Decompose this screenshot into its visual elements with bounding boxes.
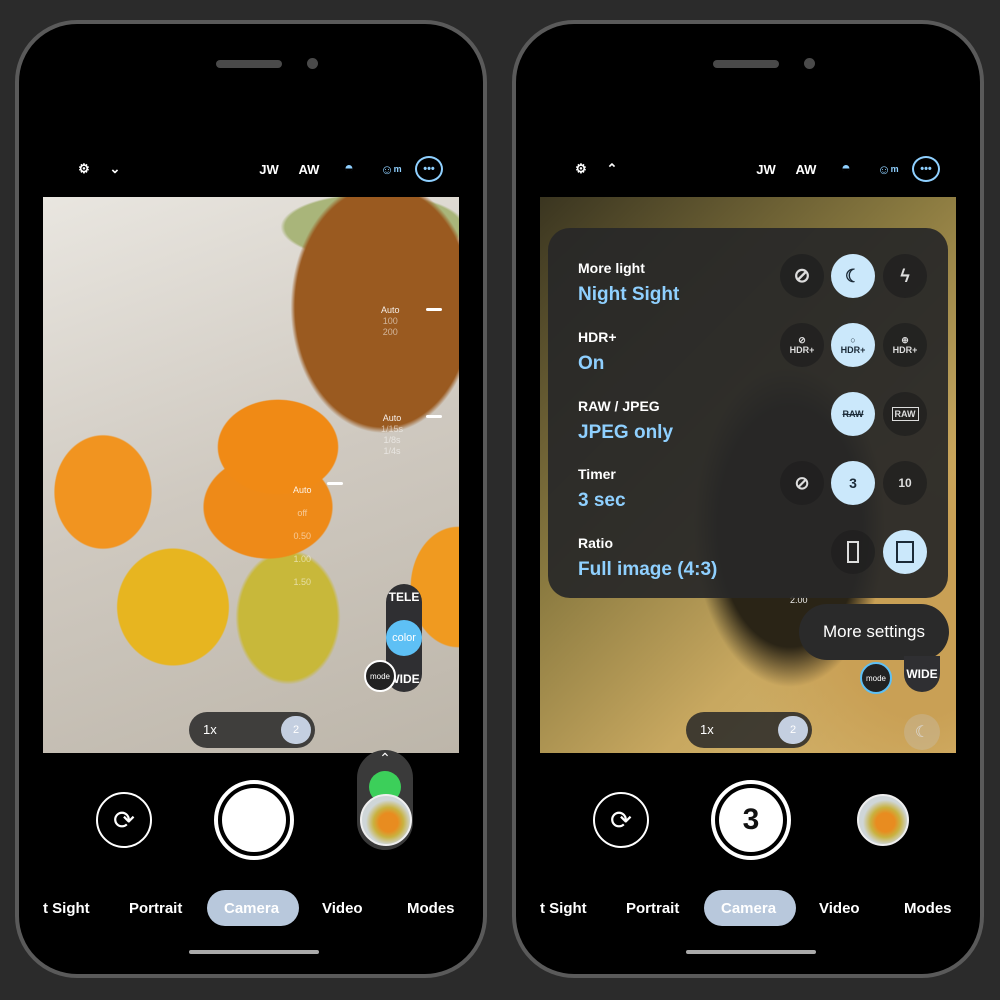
ratio-label: Ratio [578,535,613,551]
camera-settings-icon[interactable]: ⚙ [71,156,97,182]
zoom-1x[interactable]: 1x [700,722,714,737]
lens-tele[interactable]: TELE [389,590,420,604]
gallery-thumbnail[interactable] [857,794,909,846]
front-camera [307,58,318,69]
home-indicator[interactable] [189,950,319,954]
iso-scale[interactable]: Auto 100 200 [381,305,400,338]
mode-button[interactable]: mode [364,660,396,692]
hdr-on-icon[interactable]: ○ HDR+ [831,323,875,367]
speaker [713,60,779,68]
more-options-icon[interactable]: ••• [912,156,940,182]
timer-10-icon[interactable]: 10 [883,461,927,505]
flash-icon[interactable]: ϟ [883,254,927,298]
hdr-off-icon[interactable]: ⊘ HDR+ [780,323,824,367]
mode-modes[interactable]: Modes [904,900,952,917]
mode-camera[interactable]: Camera [721,900,776,917]
aw-icon[interactable]: AW [295,156,323,182]
aw-icon[interactable]: AW [792,156,820,182]
mode-night-sight[interactable]: t Sight [540,900,587,917]
more-light-label: More light [578,260,645,276]
flip-camera-button[interactable]: ⟳ [593,792,649,848]
mode-portrait[interactable]: Portrait [626,900,679,917]
phone-left: ⚙ ⌄ JW AW ◓ ☺ m ••• Auto 100 200 Auto 1/15s 1… [15,20,487,978]
portrait-mode-icon[interactable]: ☺ m [377,156,405,182]
more-settings-button[interactable]: More settings [799,604,949,660]
mode-button[interactable]: mode [860,662,892,694]
shutter-button[interactable]: 3 [711,780,791,860]
sunrise-icon[interactable]: ◓ [335,156,363,182]
zoom-control[interactable]: 1x 2 [686,712,812,748]
mode-portrait[interactable]: Portrait [129,900,182,917]
mode-video[interactable]: Video [322,900,363,917]
mode-video[interactable]: Video [819,900,860,917]
portrait-mode-icon[interactable]: ☺ m [874,156,902,182]
timer-label: Timer [578,466,616,482]
raw-jpeg-value: JPEG only [578,422,674,443]
raw-icon[interactable]: RAW [883,392,927,436]
shutter-button[interactable] [214,780,294,860]
flip-camera-button[interactable]: ⟳ [96,792,152,848]
flash-off-icon[interactable]: ⊘ [780,254,824,298]
chevron-up-icon: ⌃ [379,750,391,766]
wb-slider-handle[interactable] [327,482,343,485]
shutter-slider-handle[interactable] [426,415,442,418]
hdr-enhanced-icon[interactable]: ⊕ HDR+ [883,323,927,367]
iso-slider-handle[interactable] [426,308,442,311]
timer-3-icon[interactable]: 3 [831,461,875,505]
lens-wide[interactable]: WIDE [904,656,940,692]
zoom-2x[interactable]: 2 [281,716,311,744]
night-sight-auto-icon[interactable]: ☾ [831,254,875,298]
mode-bar: t Sight Portrait Camera Video Modes [19,900,483,924]
timer-countdown: 3 [719,788,783,852]
ratio-4-3-icon[interactable] [883,530,927,574]
mode-modes[interactable]: Modes [407,900,455,917]
hdr-value: On [578,353,605,374]
mode-bar: t Sight Portrait Camera Video Modes [516,900,980,924]
timer-off-icon[interactable]: ⊘ [780,461,824,505]
home-indicator[interactable] [686,950,816,954]
more-options-icon[interactable]: ••• [415,156,443,182]
jw-icon[interactable]: JW [752,156,780,182]
phone-right: ⚙ ⌃ JW AW ◓ ☺ m ••• 2.00 More light Night… [512,20,984,978]
zoom-1x[interactable]: 1x [203,722,217,737]
ratio-value: Full image (4:3) [578,559,718,580]
speaker [216,60,282,68]
jw-icon[interactable]: JW [255,156,283,182]
shutter-scale[interactable]: Auto 1/15s 1/8s 1/4s [381,413,403,457]
chevron-down-icon[interactable]: ⌄ [103,156,127,182]
zoom-control[interactable]: 1x 2 [189,712,315,748]
zoom-2x[interactable]: 2 [778,716,808,744]
timer-value: 3 sec [578,490,626,511]
raw-jpeg-label: RAW / JPEG [578,398,660,414]
camera-settings-icon[interactable]: ⚙ [568,156,594,182]
hdr-label: HDR+ [578,329,617,345]
front-camera [804,58,815,69]
raw-off-icon[interactable]: RAW [831,392,875,436]
more-light-value: Night Sight [578,284,680,305]
gallery-thumbnail[interactable] [360,794,412,846]
mode-night-sight[interactable]: t Sight [43,900,90,917]
night-sight-auto-off-icon[interactable]: ☾ [904,714,940,750]
ratio-16-9-icon[interactable] [831,530,875,574]
wb-scale[interactable]: Auto off 0.50 1.00 1.50 [293,479,312,594]
chevron-up-icon[interactable]: ⌃ [600,156,624,182]
mode-camera[interactable]: Camera [224,900,279,917]
lens-color[interactable]: color [386,620,422,656]
sunrise-icon[interactable]: ◓ [832,156,860,182]
